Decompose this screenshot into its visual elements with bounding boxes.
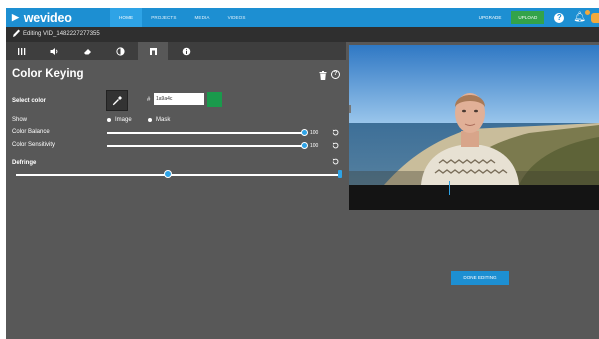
color-sensitivity-value: 100 <box>310 143 319 149</box>
select-color-label: Select color <box>12 98 47 104</box>
defringe-end-handle[interactable] <box>338 170 342 178</box>
reset-icon[interactable] <box>332 129 339 136</box>
tab-info[interactable] <box>171 42 201 60</box>
tab-color-key[interactable] <box>138 42 168 60</box>
notifications-icon[interactable]: 🔔︎ <box>573 9 590 23</box>
tab-adjust[interactable] <box>6 42 36 60</box>
color-swatch[interactable] <box>207 92 222 107</box>
volume-icon <box>50 47 57 55</box>
color-balance-value: 100 <box>310 130 319 136</box>
done-editing-button[interactable]: DONE EDITING <box>451 271 509 285</box>
reset-icon[interactable] <box>332 142 339 149</box>
upload-button[interactable]: UPLOAD <box>511 11 545 24</box>
user-avatar[interactable] <box>591 12 599 23</box>
color-balance-label: Color Balance <box>12 129 50 135</box>
playhead-marker[interactable] <box>449 181 450 195</box>
help-icon[interactable]: ? <box>554 12 565 23</box>
info-icon <box>182 47 190 55</box>
panel-title: Color Keying <box>12 68 84 80</box>
hex-color-input[interactable] <box>154 93 204 105</box>
preview-image <box>349 45 599 185</box>
defringe-track[interactable] <box>16 174 340 176</box>
top-nav-right: UPGRADE UPLOAD ? 🔔︎ <box>479 8 599 27</box>
reset-icon[interactable] <box>332 158 339 165</box>
logo-text: wevideo <box>23 10 72 25</box>
video-preview[interactable] <box>349 45 599 210</box>
play-icon: ▶ <box>12 12 19 22</box>
editing-bar: Editing VID_1482227277355 <box>6 27 599 42</box>
radio-image[interactable] <box>107 118 111 122</box>
pencil-icon <box>12 28 21 40</box>
color-key-icon <box>149 47 157 55</box>
color-sensitivity-track[interactable] <box>107 145 304 147</box>
radio-mask[interactable] <box>148 118 152 122</box>
color-sensitivity-knob[interactable] <box>300 142 308 149</box>
color-balance-knob[interactable] <box>300 129 308 136</box>
upgrade-link[interactable]: UPGRADE <box>479 15 502 20</box>
tool-tabs <box>6 42 346 60</box>
tab-audio[interactable] <box>39 42 69 60</box>
show-label: Show <box>12 117 28 123</box>
top-nav: ▶ wevideo HOME PROJECTS MEDIA VIDEOS UPG… <box>6 8 599 27</box>
tab-eraser[interactable] <box>72 42 102 60</box>
defringe-label: Defringe <box>12 160 37 166</box>
panel-help-icon[interactable]: ? <box>331 70 340 79</box>
eraser-icon <box>83 48 91 54</box>
radio-image-label: Image <box>115 117 132 123</box>
eyedropper-button[interactable] <box>106 90 128 111</box>
nav-media[interactable]: MEDIA <box>186 8 219 27</box>
nav-projects[interactable]: PROJECTS <box>142 8 185 27</box>
color-balance-track[interactable] <box>107 132 304 134</box>
nav-home[interactable]: HOME <box>110 8 143 27</box>
contrast-icon <box>115 46 125 56</box>
hex-hash: # <box>147 97 151 103</box>
editing-title: Editing VID_1482227277355 <box>23 31 100 37</box>
notification-badge <box>585 9 590 15</box>
sliders-icon <box>17 47 25 55</box>
radio-mask-label: Mask <box>156 117 171 123</box>
wevideo-logo[interactable]: ▶ wevideo <box>12 10 72 25</box>
app-frame: ▶ wevideo HOME PROJECTS MEDIA VIDEOS UPG… <box>6 8 599 339</box>
nav-videos[interactable]: VIDEOS <box>219 8 255 27</box>
eyedropper-icon <box>112 96 122 106</box>
preview-timeline[interactable] <box>349 185 599 210</box>
trash-icon[interactable] <box>319 71 327 80</box>
tab-color[interactable] <box>105 42 135 60</box>
defringe-knob[interactable] <box>164 170 173 178</box>
color-sensitivity-label: Color Sensitivity <box>12 142 56 148</box>
preview-resize-handle[interactable] <box>349 105 351 113</box>
main-nav: HOME PROJECTS MEDIA VIDEOS <box>110 8 255 27</box>
